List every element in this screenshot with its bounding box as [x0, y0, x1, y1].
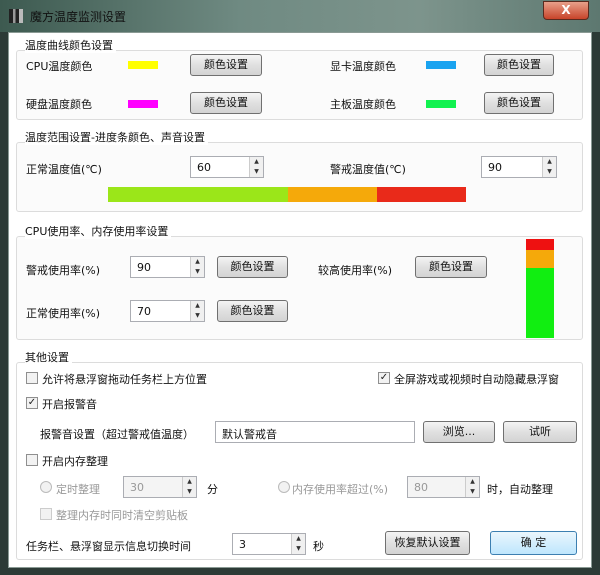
value: 90 [488, 161, 502, 174]
timed-clean-radio[interactable] [40, 481, 52, 493]
allow-drag-checkbox[interactable] [26, 372, 38, 384]
timed-clean-spinner[interactable]: 30 ▲ ▼ [123, 476, 197, 498]
usage-over-radio[interactable] [278, 481, 290, 493]
alarm-sound-label: 报警音设置（超过警戒值温度） [40, 428, 194, 441]
close-button[interactable]: X [543, 1, 589, 20]
board-color-button[interactable]: 颜色设置 [484, 92, 554, 114]
gpu-color-swatch [426, 61, 456, 69]
group-title: 其他设置 [25, 349, 72, 365]
cpu-color-swatch [128, 61, 158, 69]
fullscreen-hide-label: 全屏游戏或视频时自动隐藏悬浮窗 [394, 373, 559, 386]
app-icon [9, 9, 23, 23]
title-bar[interactable]: 魔方温度监测设置 X [0, 0, 600, 32]
value: 30 [130, 481, 144, 494]
mem-enable-label: 开启内存整理 [42, 455, 108, 468]
normal-usage-label: 正常使用率(%) [26, 307, 101, 320]
auto-clean-label: 时，自动整理 [487, 483, 553, 496]
disk-color-button[interactable]: 颜色设置 [190, 92, 262, 114]
second-label: 秒 [313, 540, 324, 553]
group-title: 温度曲线颜色设置 [25, 37, 116, 53]
disk-color-swatch [128, 100, 158, 108]
high-usage-label: 较高使用率(%) [318, 264, 393, 277]
bar-warn-segment [377, 187, 466, 202]
normal-temp-spinner[interactable]: 60 ▲ ▼ [190, 156, 264, 178]
warn-usage-color-button[interactable]: 颜色设置 [217, 256, 288, 278]
allow-drag-label: 允许将悬浮窗拖动任务栏上方位置 [42, 373, 207, 386]
usage-bar-high [526, 250, 554, 268]
group-title: CPU使用率、内存使用率设置 [25, 223, 172, 239]
gpu-color-label: 显卡温度颜色 [330, 60, 396, 73]
spin-arrows-icon[interactable]: ▲ ▼ [190, 257, 204, 277]
spin-arrows-icon[interactable]: ▲ ▼ [291, 534, 305, 554]
usage-group [16, 236, 583, 340]
normal-temp-label: 正常温度值(℃) [26, 163, 102, 176]
listen-button[interactable]: 试听 [503, 421, 577, 443]
fullscreen-hide-checkbox[interactable]: ✓ [378, 372, 390, 384]
restore-defaults-button[interactable]: 恢复默认设置 [385, 531, 470, 555]
mem-enable-checkbox[interactable] [26, 454, 38, 466]
spin-arrows-icon[interactable]: ▲ ▼ [190, 301, 204, 321]
clear-clipboard-checkbox[interactable] [40, 508, 52, 520]
high-usage-color-button[interactable]: 颜色设置 [415, 256, 487, 278]
clear-clipboard-label: 整理内存时同时清空剪贴板 [56, 509, 188, 522]
bar-high-segment [288, 187, 377, 202]
spin-arrows-icon[interactable]: ▲ ▼ [465, 477, 479, 497]
value: 60 [197, 161, 211, 174]
group-title: 温度范围设置-进度条颜色、声音设置 [25, 129, 208, 145]
warn-temp-spinner[interactable]: 90 ▲ ▼ [481, 156, 557, 178]
board-color-label: 主板温度颜色 [330, 98, 396, 111]
timed-clean-label: 定时整理 [56, 483, 100, 496]
ok-button[interactable]: 确 定 [490, 531, 577, 555]
alarm-enable-checkbox[interactable]: ✓ [26, 397, 38, 409]
gpu-color-button[interactable]: 颜色设置 [484, 54, 554, 76]
cpu-color-button[interactable]: 颜色设置 [190, 54, 262, 76]
usage-bar-warn [526, 239, 554, 250]
normal-usage-color-button[interactable]: 颜色设置 [217, 300, 288, 322]
alarm-enable-label: 开启报警音 [42, 398, 97, 411]
window-title: 魔方温度监测设置 [30, 10, 127, 24]
alarm-sound-input[interactable]: 默认警戒音 [215, 421, 415, 443]
spin-arrows-icon[interactable]: ▲ ▼ [249, 157, 263, 177]
switch-time-label: 任务栏、悬浮窗显示信息切换时间 [26, 540, 191, 553]
bar-normal-segment [108, 187, 288, 202]
browse-button[interactable]: 浏览... [423, 421, 495, 443]
warn-temp-label: 警戒温度值(℃) [330, 163, 406, 176]
normal-usage-spinner[interactable]: 70 ▲ ▼ [130, 300, 205, 322]
warn-usage-label: 警戒使用率(%) [26, 264, 101, 277]
board-color-swatch [426, 100, 456, 108]
switch-time-spinner[interactable]: 3 ▲ ▼ [232, 533, 306, 555]
minute-label: 分 [207, 483, 218, 496]
usage-over-label: 内存使用率超过(%) [292, 483, 389, 496]
usage-bar-normal [526, 268, 554, 338]
spin-arrows-icon[interactable]: ▲ ▼ [182, 477, 196, 497]
usage-over-spinner[interactable]: 80 ▲ ▼ [407, 476, 480, 498]
value: 3 [239, 538, 246, 551]
warn-usage-spinner[interactable]: 90 ▲ ▼ [130, 256, 205, 278]
value: 80 [414, 481, 428, 494]
disk-color-label: 硬盘温度颜色 [26, 98, 92, 111]
value: 70 [137, 305, 151, 318]
spin-arrows-icon[interactable]: ▲ ▼ [542, 157, 556, 177]
value: 90 [137, 261, 151, 274]
cpu-color-label: CPU温度颜色 [26, 60, 93, 73]
